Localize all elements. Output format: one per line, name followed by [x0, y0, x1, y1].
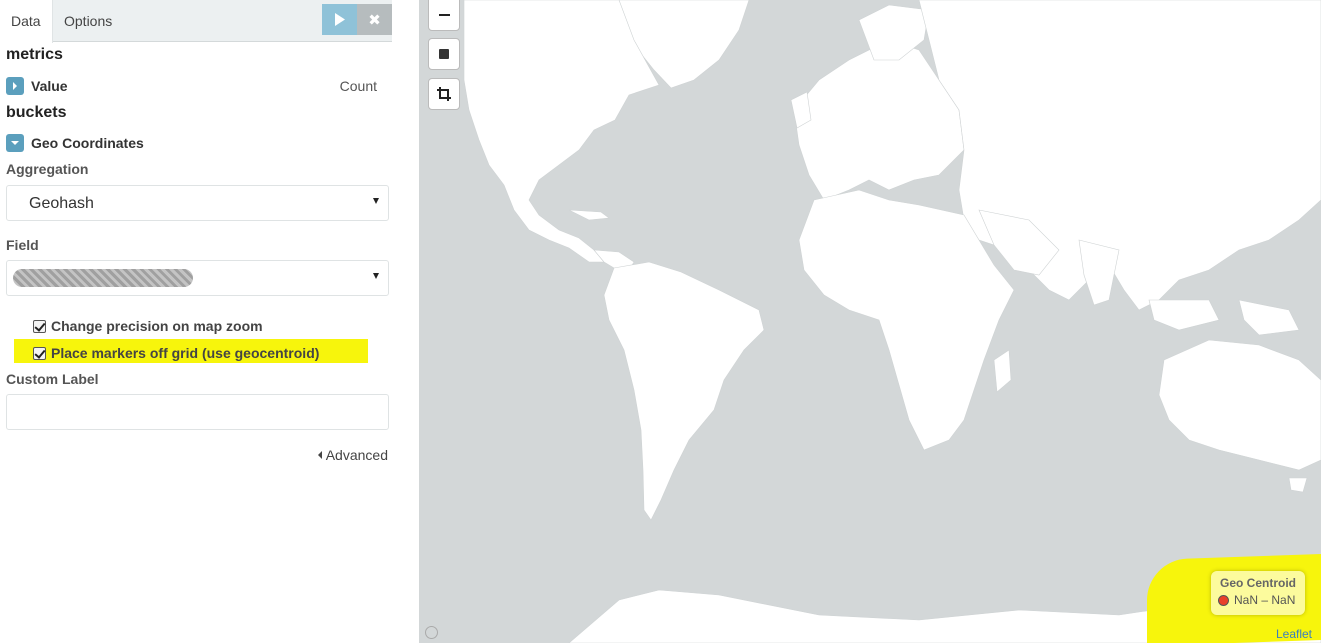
aggregation-select-value: Geohash: [29, 195, 94, 212]
rectangle-draw-icon: [439, 49, 449, 59]
play-icon: [334, 13, 345, 26]
legend-entry-label: NaN – NaN: [1234, 593, 1296, 607]
caret-down-icon: [373, 198, 379, 204]
precision-checkbox-row[interactable]: Change precision on map zoom: [33, 316, 263, 336]
crop-icon: [437, 87, 451, 101]
aggregation-label: Aggregation: [6, 161, 89, 177]
tab-data[interactable]: Data: [0, 0, 53, 43]
precision-checkbox-label: Change precision on map zoom: [51, 318, 263, 334]
bucket-geo-label: Geo Coordinates: [31, 135, 144, 151]
chevron-down-icon[interactable]: [6, 134, 24, 152]
field-label: Field: [6, 237, 39, 253]
crop-button[interactable]: [428, 78, 460, 110]
map-legend: Geo Centroid NaN – NaN: [1211, 571, 1305, 615]
chevron-right-icon[interactable]: [6, 77, 24, 95]
geocentroid-checkbox[interactable]: [33, 346, 46, 360]
precision-checkbox[interactable]: [33, 319, 46, 333]
metric-value-row[interactable]: Value Count: [6, 76, 389, 96]
caret-left-icon: [317, 451, 322, 459]
editor-sidebar: Data Options ✖ metrics Value Count bucke…: [0, 0, 396, 643]
tab-options[interactable]: Options: [53, 0, 123, 42]
zoom-out-button[interactable]: [428, 0, 460, 31]
close-icon: ✖: [368, 11, 381, 29]
zoom-out-icon: [438, 14, 450, 16]
legend-title: Geo Centroid: [1219, 576, 1296, 590]
leaflet-attribution-link[interactable]: Leaflet: [1276, 627, 1312, 641]
advanced-toggle[interactable]: Advanced: [317, 447, 388, 463]
sidebar-tabbar: Data Options ✖: [0, 0, 392, 43]
redacted-field-value: [13, 269, 193, 287]
world-map: [463, 0, 1321, 643]
metrics-title: metrics: [6, 46, 63, 63]
advanced-label: Advanced: [325, 447, 388, 463]
draw-rectangle-button[interactable]: [428, 38, 460, 70]
buckets-title: buckets: [6, 104, 67, 121]
metric-type-label: Count: [339, 78, 377, 94]
locate-icon[interactable]: [425, 626, 438, 639]
custom-label-label: Custom Label: [6, 371, 99, 387]
legend-dot-icon: [1218, 594, 1229, 606]
discard-button[interactable]: ✖: [357, 4, 392, 35]
field-select[interactable]: [6, 260, 389, 296]
geocentroid-checkbox-row[interactable]: Place markers off grid (use geocentroid): [33, 343, 319, 363]
apply-button[interactable]: [322, 4, 357, 35]
geocentroid-checkbox-label: Place markers off grid (use geocentroid): [51, 345, 320, 361]
legend-entry: NaN – NaN: [1218, 593, 1298, 607]
map-container[interactable]: Geo Centroid NaN – NaN Leaflet: [419, 0, 1321, 643]
metric-value-label: Value: [31, 78, 68, 94]
aggregation-select[interactable]: Geohash: [6, 185, 389, 221]
caret-down-icon: [373, 273, 379, 279]
bucket-geo-row[interactable]: Geo Coordinates: [6, 133, 144, 153]
custom-label-input[interactable]: [6, 394, 389, 430]
